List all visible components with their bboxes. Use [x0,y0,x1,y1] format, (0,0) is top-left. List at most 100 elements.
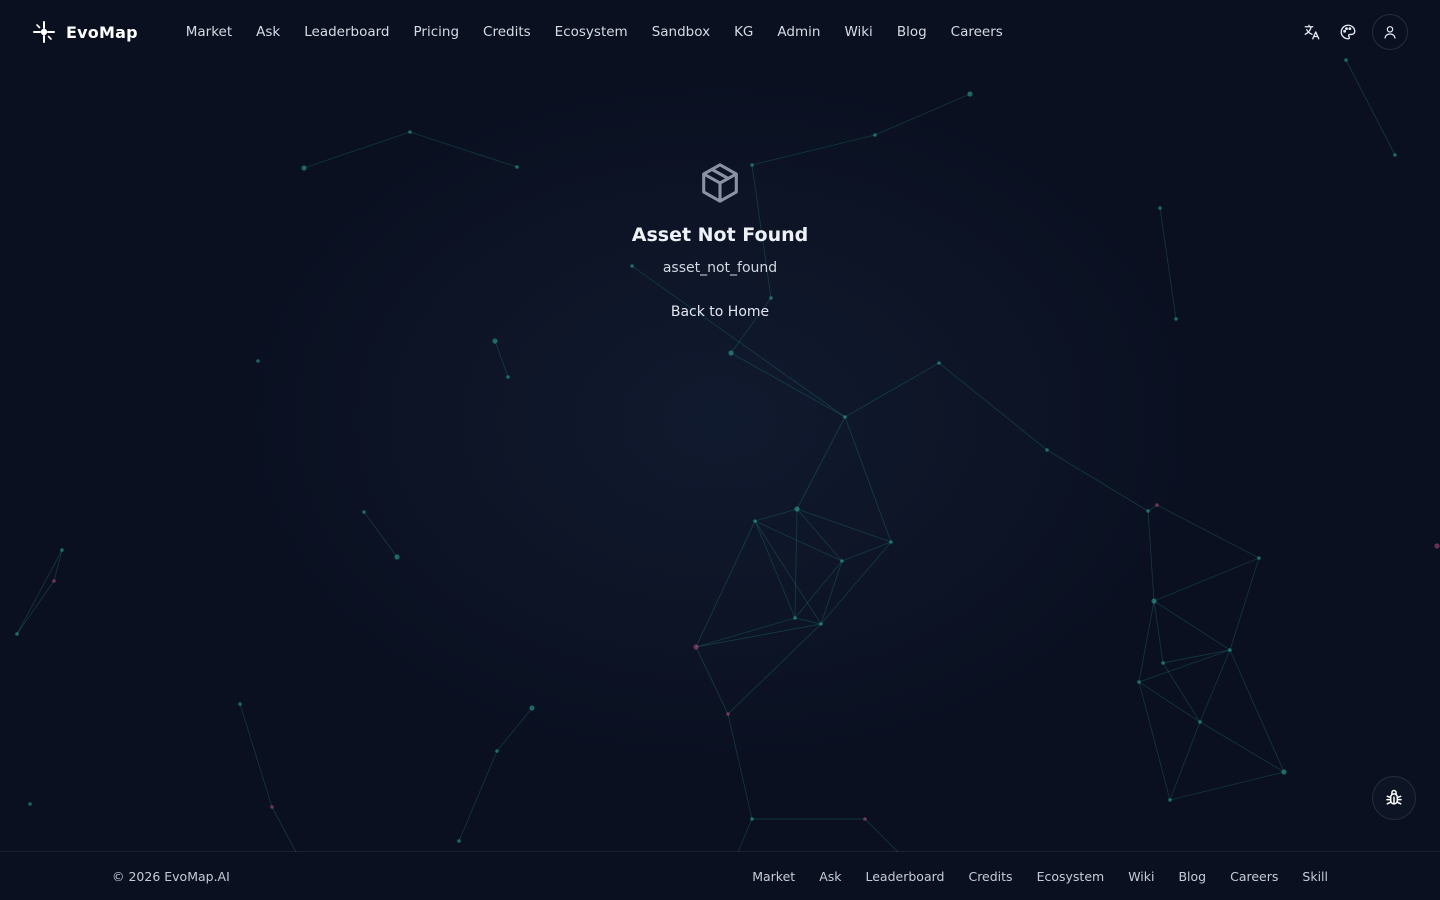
network-node [840,559,844,563]
network-node [1198,720,1202,724]
nav-link-admin[interactable]: Admin [765,24,832,40]
network-edge [53,549,63,582]
network-edge [271,806,297,853]
network-node [794,506,800,512]
network-node [753,519,757,523]
nav-link-wiki[interactable]: Wiki [832,24,884,40]
network-node [1045,448,1049,452]
network-edge [1162,662,1201,723]
back-to-home-link[interactable]: Back to Home [671,304,769,320]
network-edge [1199,649,1231,723]
network-node [728,350,734,356]
palette-icon[interactable] [1336,20,1360,44]
asset-not-found-panel: Asset Not Found asset_not_found Back to … [0,160,1440,320]
nav-link-market[interactable]: Market [174,24,244,40]
error-code: asset_not_found [662,260,778,276]
network-node [1393,153,1397,157]
network-node [529,705,535,711]
bug-icon [1384,788,1404,808]
nav-link-leaderboard[interactable]: Leaderboard [292,24,401,40]
nav-link-careers[interactable]: Careers [939,24,1015,40]
network-edge [1169,721,1201,801]
network-edge [820,560,843,625]
network-edge [1153,600,1231,651]
network-edge [938,362,1048,451]
nav-link-credits[interactable]: Credits [471,24,543,40]
network-edge [864,818,899,853]
network-edge [1345,59,1396,156]
translate-icon[interactable] [1300,20,1324,44]
network-edge [844,362,940,418]
network-edge [727,623,822,715]
network-node [506,375,510,379]
package-box-icon [697,160,743,206]
network-edge [727,713,753,820]
brand-name: EvoMap [66,22,138,42]
network-edge [754,508,798,522]
network-edge [458,750,498,842]
network-node [1161,661,1165,665]
network-node [1257,556,1261,560]
network-edge [820,541,892,625]
nav-actions [1300,14,1408,50]
network-node [819,622,823,626]
footer-link-careers[interactable]: Careers [1218,869,1290,884]
network-edge [239,703,273,808]
network-edge [1229,557,1260,651]
network-node [1151,598,1157,604]
network-node [457,839,461,843]
nav-link-sandbox[interactable]: Sandbox [640,24,722,40]
network-node [362,510,366,514]
footer-link-wiki[interactable]: Wiki [1116,869,1166,884]
footer-link-ecosystem[interactable]: Ecosystem [1025,869,1117,884]
network-edge [1153,557,1260,602]
network-edge [754,520,796,619]
network-edge [1229,649,1285,773]
network-node [843,415,847,419]
network-edge [1147,510,1155,602]
footer-link-blog[interactable]: Blog [1166,869,1218,884]
network-node [1168,798,1172,802]
nav-link-kg[interactable]: KG [722,24,765,40]
network-edge [737,818,753,853]
top-navigation: EvoMap Market Ask Leaderboard Pricing Cr… [0,0,1440,64]
network-node [889,540,893,544]
user-account-button[interactable] [1372,14,1408,50]
evomap-logo-icon [32,20,56,44]
network-edge [1046,449,1149,512]
network-edge [695,520,756,648]
bug-report-button[interactable] [1372,776,1416,820]
network-node [394,554,400,560]
nav-link-pricing[interactable]: Pricing [402,24,472,40]
page-footer: © 2026 EvoMap.AI Market Ask Leaderboard … [0,851,1440,900]
network-node [15,632,19,636]
brand-home-link[interactable]: EvoMap [32,20,138,44]
network-edge [16,580,55,635]
footer-link-market[interactable]: Market [740,869,807,884]
network-node [967,91,973,97]
network-node [408,130,412,134]
nav-link-blog[interactable]: Blog [885,24,939,40]
network-edge [695,617,796,648]
nav-link-ecosystem[interactable]: Ecosystem [543,24,640,40]
network-edge [695,646,729,715]
footer-link-skill[interactable]: Skill [1290,869,1328,884]
network-node [1146,509,1150,513]
network-edge [730,352,846,418]
network-edge [695,623,822,648]
network-node [28,802,32,806]
nav-link-ask[interactable]: Ask [244,24,292,40]
network-node [873,133,877,137]
network-edge [794,508,798,619]
footer-link-credits[interactable]: Credits [956,869,1024,884]
network-edge [1153,600,1164,664]
network-node [1281,769,1287,775]
footer-link-leaderboard[interactable]: Leaderboard [854,869,957,884]
network-node [1155,503,1159,507]
network-node [1228,648,1232,652]
footer-link-ask[interactable]: Ask [807,869,853,884]
network-node [495,749,499,753]
network-edge [494,340,509,378]
network-edge [1138,649,1231,683]
network-edge [1162,649,1231,664]
